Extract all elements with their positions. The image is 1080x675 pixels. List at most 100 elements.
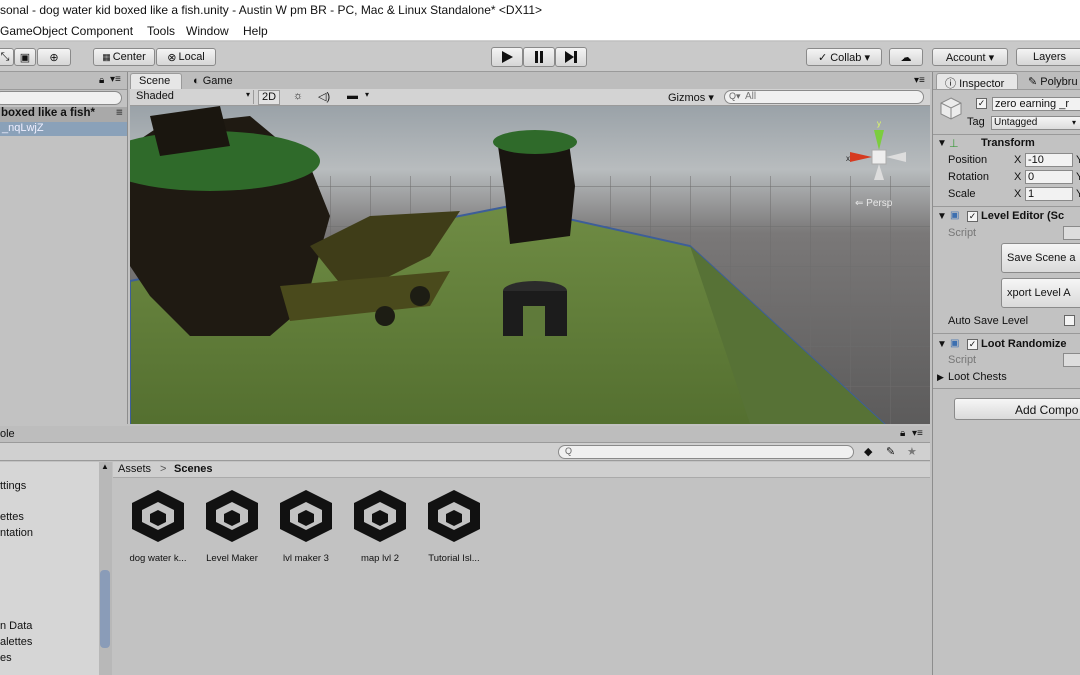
- barrel-opening: [523, 306, 545, 336]
- tag-label: Tag: [967, 116, 985, 128]
- lighting-icon[interactable]: ☼: [293, 90, 303, 102]
- scale-x-field[interactable]: 1: [1025, 187, 1073, 201]
- rect-tool-button[interactable]: ⤡: [0, 48, 14, 66]
- hierarchy-search-input[interactable]: [0, 91, 122, 105]
- foldout-icon[interactable]: ▼: [937, 339, 947, 350]
- folder-item[interactable]: ttings: [0, 480, 26, 492]
- autosave-checkbox[interactable]: [1064, 315, 1075, 326]
- orientation-gizmo[interactable]: x y: [846, 119, 906, 180]
- position-y-label: Y: [1076, 154, 1080, 166]
- tab-game[interactable]: ◐ Game: [184, 73, 244, 89]
- layers-dropdown[interactable]: Layers: [1016, 48, 1080, 66]
- cart-wheel: [375, 306, 395, 326]
- window-title-bar: sonal - dog water kid boxed like a fish.…: [0, 0, 1080, 21]
- foldout-icon[interactable]: ▼: [937, 211, 947, 222]
- pivot-center-button[interactable]: ▦ Center: [93, 48, 155, 66]
- effects-icon[interactable]: ▬: [347, 90, 358, 102]
- pivot-local-button[interactable]: ⊗ Local: [156, 48, 216, 66]
- tag-dropdown[interactable]: Untagged ▾: [991, 116, 1080, 130]
- level-editor-title[interactable]: Level Editor (Sc: [981, 210, 1064, 222]
- transform-tool-button[interactable]: ⊕: [37, 48, 71, 66]
- asset-scene[interactable]: Level Maker: [197, 488, 267, 564]
- add-component-button[interactable]: Add Compo: [954, 398, 1080, 420]
- lock-icon[interactable]: 🔒︎: [99, 75, 104, 86]
- step-button[interactable]: [555, 47, 587, 67]
- loot-chests-label[interactable]: Loot Chests: [948, 371, 1007, 383]
- menu-help[interactable]: Help: [243, 24, 268, 38]
- folder-item[interactable]: alettes: [0, 636, 32, 648]
- gizmos-dropdown[interactable]: Gizmos ▾: [668, 91, 714, 104]
- rotation-x-field[interactable]: 0: [1025, 170, 1073, 184]
- menu-icon[interactable]: ▾≡: [110, 74, 121, 85]
- scrollbar[interactable]: ▲: [99, 462, 112, 675]
- panel-menu-icon[interactable]: ▾≡: [912, 428, 923, 439]
- folder-item[interactable]: ettes: [0, 511, 24, 523]
- persp-label[interactable]: ⇐ Persp: [855, 198, 892, 209]
- tab-console[interactable]: ole: [0, 428, 15, 440]
- shading-dropdown[interactable]: Shaded ▾: [136, 90, 254, 104]
- info-icon: ⓘ: [945, 78, 956, 90]
- favorite-star-icon[interactable]: ★: [907, 445, 917, 458]
- account-dropdown[interactable]: Account ▾: [932, 48, 1008, 66]
- collab-button[interactable]: ✓ Collab ▾: [806, 48, 882, 66]
- scene-viewport[interactable]: x y ⇐ Persp: [130, 106, 930, 424]
- active-checkbox[interactable]: ✓: [976, 98, 987, 109]
- transform-title[interactable]: Transform: [981, 137, 1035, 149]
- game-icon: ◐: [193, 75, 200, 87]
- position-x-field[interactable]: -10: [1025, 153, 1073, 167]
- folder-item[interactable]: es: [0, 652, 12, 664]
- scene-toolbar: Shaded ▾ 2D ☼ ◁) ▬ ▾ Gizmos ▾ Q▾ All: [130, 89, 930, 106]
- scroll-up-icon[interactable]: ▲: [101, 462, 109, 471]
- inspector-panel: ⓘ Inspector ✎ Polybru ✓ zero earning _r …: [932, 72, 1080, 675]
- object-name-field[interactable]: zero earning _r: [992, 97, 1080, 111]
- export-level-button[interactable]: xport Level A: [1001, 278, 1080, 308]
- pause-button[interactable]: [523, 47, 555, 67]
- filter-label-icon[interactable]: ✎: [886, 445, 895, 458]
- cloud-button[interactable]: ☁: [889, 48, 923, 66]
- scrollbar-thumb[interactable]: [100, 570, 110, 648]
- script-label: Script: [948, 227, 977, 239]
- options-icon[interactable]: ≡: [116, 107, 123, 119]
- tab-scene[interactable]: Scene: [130, 73, 182, 89]
- script-field[interactable]: [1063, 226, 1080, 240]
- hierarchy-item[interactable]: _nqLwjZ: [0, 122, 127, 136]
- project-search-input[interactable]: Q: [558, 445, 854, 459]
- filter-type-icon[interactable]: ◆: [864, 445, 872, 458]
- audio-icon[interactable]: ◁): [318, 90, 330, 103]
- 2d-toggle[interactable]: 2D: [258, 90, 280, 105]
- project-assets-area: Assets > Scenes dog water k... Level Mak…: [113, 462, 930, 675]
- menu-component[interactable]: Component: [71, 24, 133, 38]
- asset-scene[interactable]: Tutorial Isl...: [419, 488, 489, 564]
- script-field[interactable]: [1063, 353, 1080, 367]
- component-enabled-checkbox[interactable]: ✓: [967, 339, 978, 350]
- breadcrumb-scenes[interactable]: Scenes: [174, 463, 213, 475]
- panel-menu-icon[interactable]: ▾≡: [914, 75, 925, 86]
- foldout-closed-icon[interactable]: ▶: [937, 372, 944, 383]
- breadcrumb-assets[interactable]: Assets: [118, 463, 151, 475]
- rect-transform-icon: ▣: [19, 51, 31, 64]
- play-icon: [502, 51, 513, 63]
- save-scene-button[interactable]: Save Scene a: [1001, 243, 1080, 273]
- menu-tools[interactable]: Tools: [147, 24, 175, 38]
- loot-randomizer-title[interactable]: Loot Randomize: [981, 338, 1067, 350]
- inspector-tabs: ⓘ Inspector ✎ Polybru: [933, 72, 1080, 90]
- folder-item[interactable]: ntation: [0, 527, 33, 539]
- asset-scene[interactable]: dog water k...: [123, 488, 193, 564]
- play-button[interactable]: [491, 47, 523, 67]
- scene-root-row[interactable]: boxed like a fish* ≡: [0, 107, 127, 122]
- tab-inspector[interactable]: ⓘ Inspector: [936, 73, 1018, 90]
- scale-tool-button[interactable]: ▣: [14, 48, 36, 66]
- folder-item[interactable]: n Data: [0, 620, 32, 632]
- lock-icon[interactable]: 🔒︎: [900, 428, 905, 439]
- menu-window[interactable]: Window: [186, 24, 229, 38]
- scene-search-input[interactable]: Q▾ All: [724, 90, 924, 104]
- effects-dropdown-icon[interactable]: ▾: [365, 90, 369, 99]
- foldout-icon[interactable]: ▼: [937, 138, 947, 149]
- menu-gameobject[interactable]: GameObject: [0, 24, 67, 38]
- asset-scene[interactable]: lvl maker 3: [271, 488, 341, 564]
- component-enabled-checkbox[interactable]: ✓: [967, 211, 978, 222]
- project-folder-tree: ttings ettes ntation n Data alettes es ▲: [0, 462, 112, 675]
- transform-icon: ⊥: [949, 138, 959, 150]
- asset-scene[interactable]: map lvl 2: [345, 488, 415, 564]
- tab-polybrush[interactable]: ✎ Polybru: [1021, 73, 1080, 89]
